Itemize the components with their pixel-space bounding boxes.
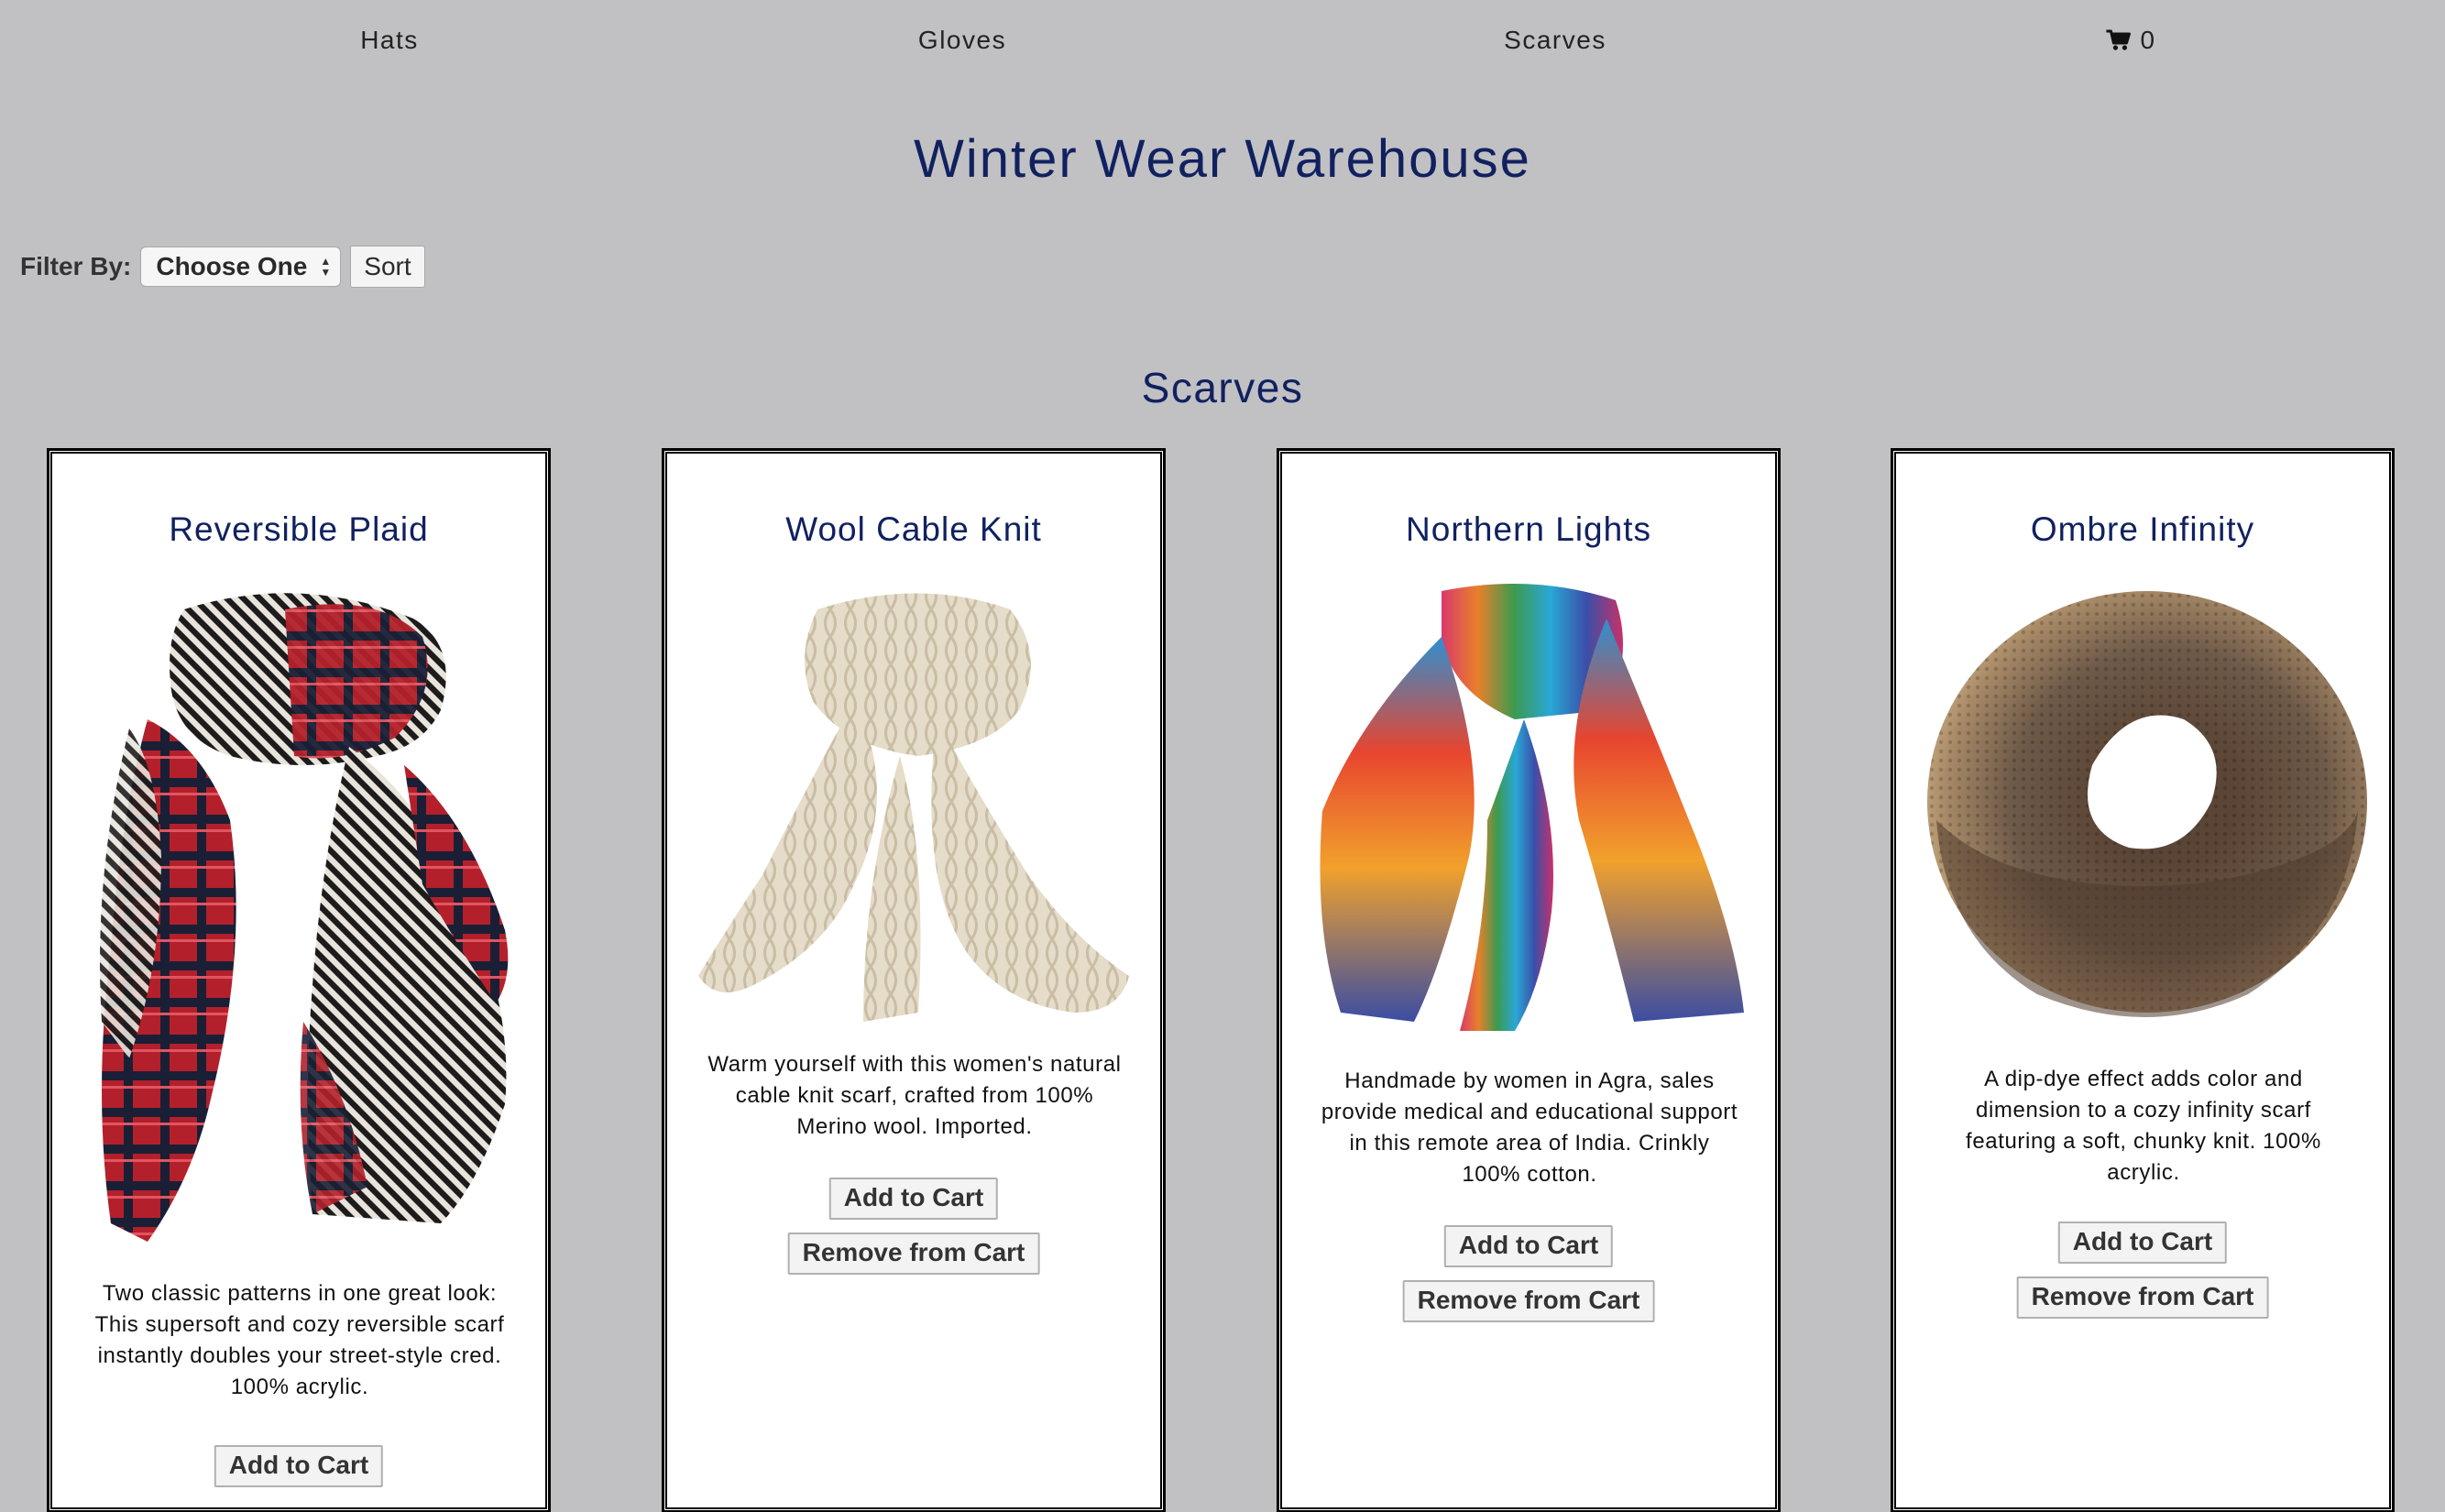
site-title: Winter Wear Warehouse (914, 129, 1531, 189)
add-to-cart-button[interactable]: Add to Cart (1443, 1225, 1614, 1267)
product-card: Reversible Plaid Two classic patterns in… (47, 448, 551, 1512)
product-description: Warm yourself with this women's natural … (707, 1052, 1122, 1139)
product-description: Two classic patterns in one great look: … (94, 1281, 505, 1399)
remove-from-cart-button[interactable]: Remove from Cart (2016, 1276, 2269, 1319)
cart-count: 0 (2140, 26, 2156, 54)
add-to-cart-button[interactable]: Add to Cart (828, 1178, 999, 1220)
product-image (1320, 584, 1744, 1031)
sort-button[interactable]: Sort (350, 246, 425, 288)
product-title: Reversible Plaid (169, 510, 429, 548)
product-description: Handmade by women in Agra, sales provide… (1321, 1068, 1738, 1187)
add-to-cart-button[interactable]: Add to Cart (214, 1445, 384, 1487)
product-description: A dip-dye effect adds color and dimensio… (1966, 1067, 2321, 1185)
remove-from-cart-button[interactable]: Remove from Cart (787, 1233, 1040, 1275)
filter-selected-value: Choose One (156, 252, 308, 280)
product-image (698, 593, 1129, 1022)
cart-link[interactable]: 0 (2105, 26, 2155, 55)
filter-bar: Filter By: Choose One ▲ ▼ Sort (20, 246, 425, 288)
product-card: Northern Lights Handmade by women in Agr… (1277, 448, 1781, 1512)
nav-link-gloves[interactable]: Gloves (918, 26, 1006, 55)
product-image (100, 593, 509, 1242)
select-arrows-icon: ▲ ▼ (320, 255, 332, 279)
product-card: Wool Cable Knit Warm yourself with this … (662, 448, 1166, 1512)
nav-link-scarves[interactable]: Scarves (1504, 26, 1606, 55)
nav-link-hats[interactable]: Hats (360, 26, 419, 55)
remove-from-cart-button[interactable]: Remove from Cart (1402, 1280, 1655, 1322)
section-title: Scarves (1141, 364, 1304, 411)
add-to-cart-button[interactable]: Add to Cart (2057, 1222, 2228, 1264)
filter-label: Filter By: (20, 252, 132, 280)
top-nav: Hats Gloves Scarves 0 (0, 0, 2445, 90)
product-card: Ombre Infinity A dip-dye effect adds col… (1891, 448, 2395, 1512)
product-title: Wool Cable Knit (785, 510, 1042, 548)
shopping-cart-icon (2106, 29, 2131, 50)
filter-select[interactable]: Choose One ▲ ▼ (140, 247, 342, 287)
product-title: Northern Lights (1406, 510, 1651, 548)
product-title: Ombre Infinity (2030, 510, 2255, 548)
product-image (1918, 582, 2367, 1040)
